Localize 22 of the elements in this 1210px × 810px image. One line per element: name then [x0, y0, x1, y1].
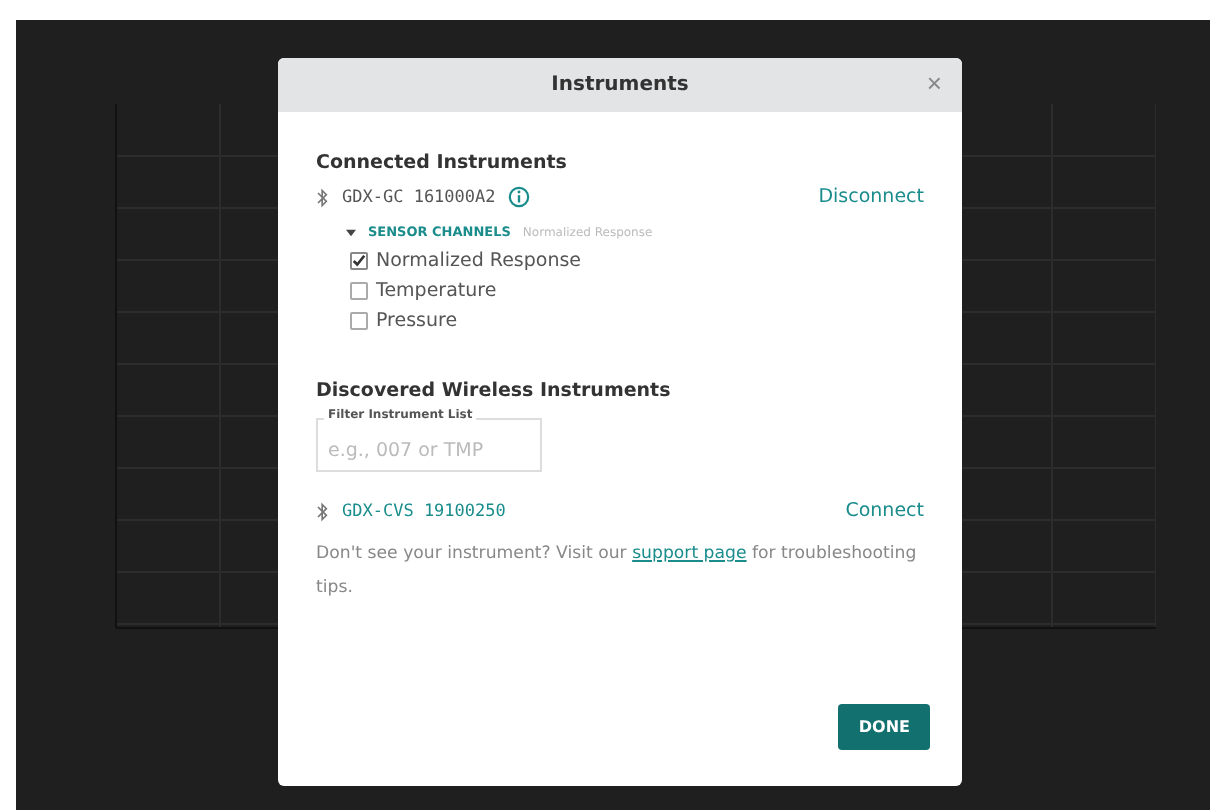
- bluetooth-icon: [316, 187, 330, 207]
- section-heading: Discovered Wireless Instruments: [316, 380, 673, 402]
- info-icon[interactable]: [507, 186, 530, 208]
- checkbox[interactable]: [350, 312, 368, 330]
- channel-label: Pressure: [376, 310, 458, 332]
- support-link[interactable]: support page: [632, 544, 747, 564]
- disconnect-link[interactable]: Disconnect: [818, 186, 924, 208]
- filter-field[interactable]: e.g., 007 or TMP: [316, 418, 542, 472]
- help-text: Don't see your instrument? Visit our support page for troubleshooting tips.: [316, 542, 919, 602]
- section-heading: Connected Instruments: [316, 152, 569, 174]
- close-button[interactable]: ×: [922, 68, 946, 100]
- bluetooth-icon: [316, 501, 330, 521]
- checkbox[interactable]: [350, 252, 368, 270]
- connect-link[interactable]: Connect: [845, 500, 924, 522]
- expand-caret-icon[interactable]: [346, 227, 356, 237]
- device-name: GDX-GC 161000A2: [342, 187, 496, 207]
- done-button[interactable]: DONE: [838, 704, 930, 750]
- channel-label: Normalized Response: [376, 250, 582, 272]
- checkbox[interactable]: [350, 282, 368, 300]
- dialog-title: Instruments: [551, 74, 689, 96]
- channel-label: Temperature: [376, 280, 497, 302]
- device-name[interactable]: GDX-CVS 19100250: [342, 501, 506, 521]
